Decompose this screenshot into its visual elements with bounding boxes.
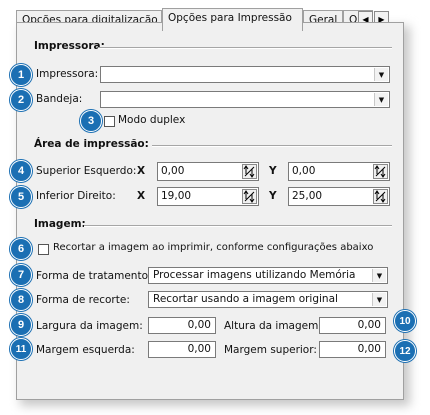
print-area-separator xyxy=(152,145,392,147)
callout-10: 10 xyxy=(394,310,416,332)
bottom-right-x-label: X xyxy=(137,190,146,202)
image-width-label: Largura da imagem: xyxy=(36,320,143,332)
top-left-y-label: Y xyxy=(269,165,277,177)
top-left-x-value: 0,00 xyxy=(161,165,185,177)
callout-11: 11 xyxy=(10,338,32,360)
top-left-y-input[interactable]: 0,00 xyxy=(288,162,390,181)
callout-3: 3 xyxy=(80,110,102,132)
top-left-x-input[interactable]: 0,00 xyxy=(157,162,259,181)
spin-arrows-icon[interactable] xyxy=(242,164,257,179)
callout-7: 7 xyxy=(10,264,32,286)
image-width-input[interactable]: 0,00 xyxy=(148,317,216,334)
callout-4: 4 xyxy=(10,160,32,182)
top-left-label: Superior Esquerdo: xyxy=(36,165,137,177)
bottom-right-y-label: Y xyxy=(269,190,277,202)
chevron-down-icon[interactable]: ▼ xyxy=(372,293,386,306)
bottom-right-y-value: 25,00 xyxy=(292,190,323,202)
image-height-label: Altura da imagem: xyxy=(224,320,322,332)
top-margin-label: Margem superior: xyxy=(224,344,317,356)
print-area-group-title: Área de impressão: xyxy=(34,138,149,150)
spin-arrows-icon[interactable] xyxy=(373,164,388,179)
left-margin-value: 0,00 xyxy=(187,343,211,355)
callout-12: 12 xyxy=(394,340,416,362)
image-group-separator xyxy=(84,225,392,227)
duplex-label: Modo duplex xyxy=(118,114,186,126)
callout-8: 8 xyxy=(10,289,32,311)
top-left-x-label: X xyxy=(137,165,146,177)
image-width-value: 0,00 xyxy=(187,319,211,331)
top-margin-value: 0,00 xyxy=(357,343,381,355)
bottom-right-label: Inferior Direito: xyxy=(36,190,116,202)
crop-image-checkbox[interactable] xyxy=(38,244,49,255)
tab-print-options[interactable]: Opções para Impressão xyxy=(162,8,303,31)
crop-mode-label: Forma de recorte: xyxy=(36,294,130,306)
bottom-right-x-value: 19,00 xyxy=(161,190,192,202)
printer-select[interactable]: ▼ xyxy=(100,66,390,83)
top-left-y-value: 0,00 xyxy=(292,165,316,177)
spin-arrows-icon[interactable] xyxy=(242,189,257,204)
chevron-down-icon[interactable]: ▼ xyxy=(374,68,388,81)
crop-mode-select[interactable]: Recortar usando a imagem original ▼ xyxy=(148,291,388,308)
image-height-input[interactable]: 0,00 xyxy=(319,317,386,334)
callout-2: 2 xyxy=(10,89,32,111)
image-height-value: 0,00 xyxy=(357,319,381,331)
tray-select[interactable]: ▼ xyxy=(100,91,390,108)
left-margin-input[interactable]: 0,00 xyxy=(148,341,216,358)
callout-5: 5 xyxy=(10,186,32,208)
chevron-down-icon[interactable]: ▼ xyxy=(374,93,388,106)
image-group-title: Imagem: xyxy=(34,218,86,230)
bottom-right-x-input[interactable]: 19,00 xyxy=(157,187,259,206)
chevron-down-icon[interactable]: ▼ xyxy=(372,269,386,282)
tray-label: Bandeja: xyxy=(36,93,83,105)
treatment-select[interactable]: Processar imagens utilizando Memória ▼ xyxy=(148,267,388,284)
crop-image-label: Recortar a imagem ao imprimir, conforme … xyxy=(53,242,374,253)
treatment-select-value: Processar imagens utilizando Memória xyxy=(153,269,356,281)
callout-1: 1 xyxy=(10,64,32,86)
callout-9: 9 xyxy=(10,314,32,336)
printer-label: Impressora: xyxy=(36,68,99,80)
crop-mode-select-value: Recortar usando a imagem original xyxy=(153,293,338,305)
printer-group-separator xyxy=(98,47,392,49)
spin-arrows-icon[interactable] xyxy=(373,189,388,204)
top-margin-input[interactable]: 0,00 xyxy=(319,341,386,358)
duplex-checkbox[interactable] xyxy=(104,116,115,127)
printer-group-title: Impressora: xyxy=(34,40,105,52)
left-margin-label: Margem esquerda: xyxy=(36,344,135,356)
bottom-right-y-input[interactable]: 25,00 xyxy=(288,187,390,206)
treatment-label: Forma de tratamento: xyxy=(36,270,152,282)
callout-6: 6 xyxy=(10,238,32,260)
